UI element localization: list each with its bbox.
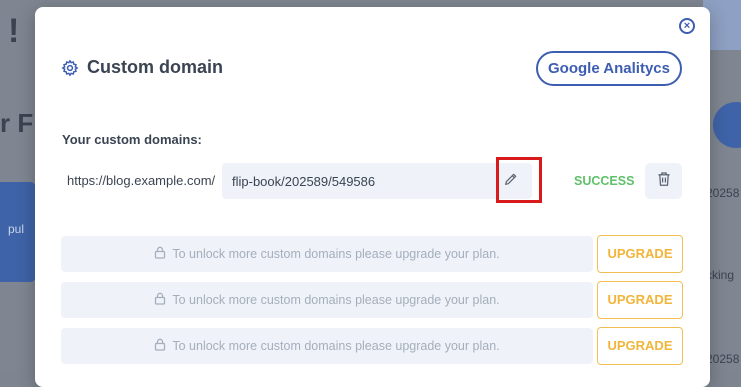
- lock-icon: [154, 246, 166, 262]
- status-badge: SUCCESS: [574, 174, 635, 188]
- upgrade-button[interactable]: UPGRADE: [597, 327, 683, 365]
- modal-header: Custom domain: [61, 57, 223, 78]
- section-label: Your custom domains:: [62, 132, 202, 147]
- background-circle-button: [713, 102, 741, 148]
- close-icon[interactable]: ×: [679, 18, 695, 34]
- background-exclaim: !: [8, 12, 20, 50]
- background-card-text: pul: [8, 222, 25, 236]
- locked-domain-row: To unlock more custom domains please upg…: [61, 236, 593, 272]
- trash-icon: [657, 171, 671, 192]
- gear-icon: [61, 59, 79, 77]
- custom-domain-modal: × Custom domain Google Analitycs Your cu…: [35, 7, 710, 387]
- locked-row-text: To unlock more custom domains please upg…: [172, 339, 500, 353]
- modal-title: Custom domain: [87, 57, 224, 77]
- locked-row-text: To unlock more custom domains please upg…: [172, 247, 500, 261]
- domain-prefix: https://blog.example.com/: [67, 173, 216, 188]
- locked-row-text: To unlock more custom domains please upg…: [172, 293, 500, 307]
- upgrade-button[interactable]: UPGRADE: [597, 281, 683, 319]
- domain-path-input[interactable]: [222, 163, 490, 199]
- lock-icon: [154, 338, 166, 354]
- background-right-text: cking: [706, 268, 735, 282]
- background-right-text: 20258: [706, 352, 740, 366]
- locked-domain-row: To unlock more custom domains please upg…: [61, 328, 593, 364]
- lock-icon: [154, 292, 166, 308]
- delete-domain-button[interactable]: [645, 163, 682, 199]
- locked-domain-row: To unlock more custom domains please upg…: [61, 282, 593, 318]
- background-right-text: 20258: [706, 186, 740, 200]
- upgrade-button[interactable]: UPGRADE: [597, 235, 683, 273]
- highlight-box: [496, 157, 542, 203]
- background-card: pul: [0, 182, 36, 282]
- google-analytics-button[interactable]: Google Analitycs: [536, 51, 682, 86]
